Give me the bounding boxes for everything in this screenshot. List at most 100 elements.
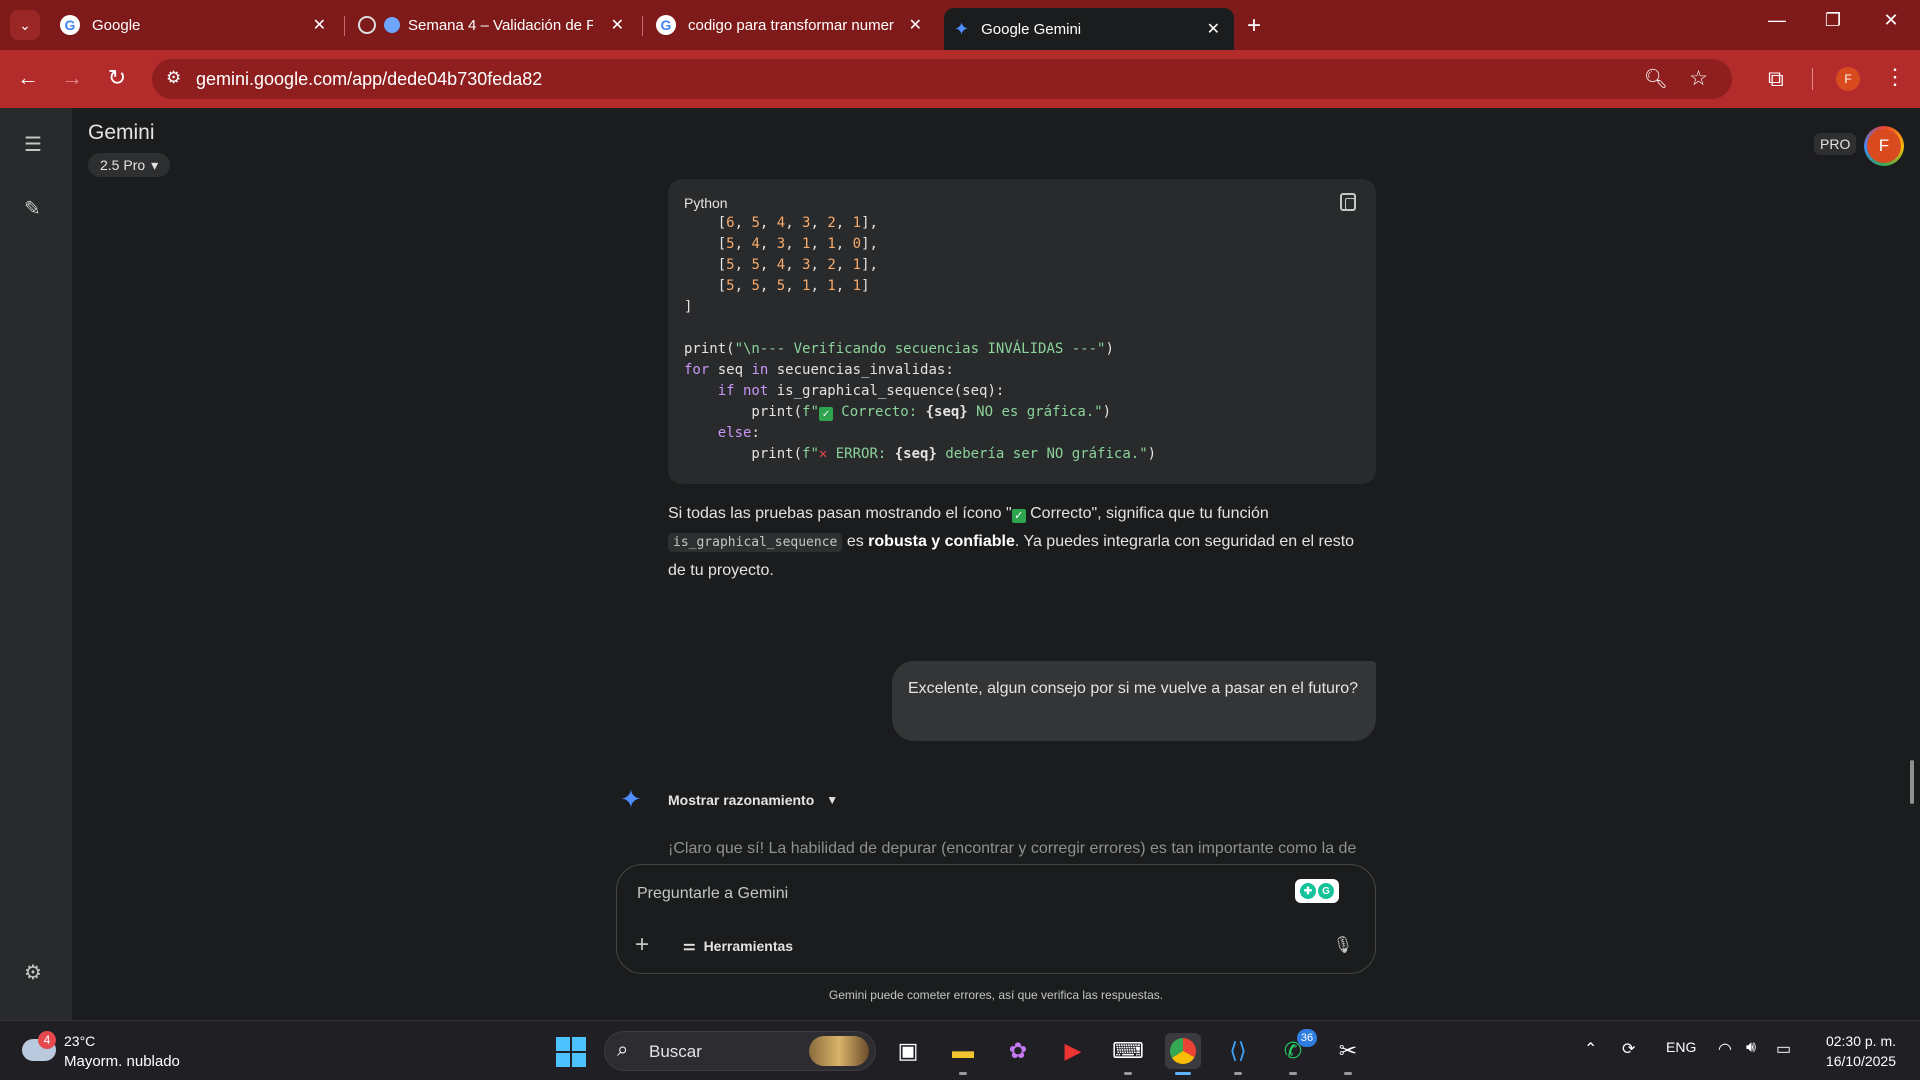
tab-label: Google bbox=[92, 16, 141, 34]
model-response-text: Si todas las pruebas pasan mostrando el … bbox=[668, 500, 1358, 585]
browser-menu-icon[interactable]: ⋮ bbox=[1884, 64, 1906, 90]
youtube-music-icon[interactable]: ▶ bbox=[1055, 1033, 1091, 1069]
weather-condition: Mayorm. nublado bbox=[64, 1053, 180, 1070]
app-title: Gemini bbox=[88, 121, 155, 144]
site-info-icon[interactable]: ⚙ bbox=[166, 68, 181, 88]
tools-icon: ⚌ bbox=[683, 937, 696, 953]
sync-icon[interactable]: ⟳ bbox=[1622, 1039, 1635, 1059]
zoom-icon[interactable]: 🔍︎ bbox=[1644, 67, 1668, 91]
disclaimer-text: Gemini puede cometer errores, así que ve… bbox=[828, 988, 1164, 1002]
clock[interactable]: 02:30 p. m. 16/10/2025 bbox=[1812, 1031, 1896, 1071]
running-indicator bbox=[959, 1072, 967, 1075]
back-button[interactable]: ← bbox=[14, 65, 42, 91]
new-tab-button[interactable]: + bbox=[1247, 12, 1261, 40]
chrome-icon[interactable] bbox=[1165, 1033, 1201, 1075]
copy-code-icon[interactable] bbox=[1340, 193, 1356, 211]
chevron-up-icon[interactable]: ⌃ bbox=[1584, 1039, 1597, 1059]
close-icon[interactable]: ✕ bbox=[909, 15, 922, 35]
running-indicator bbox=[1175, 1072, 1191, 1075]
user-message-bubble: Excelente, algun consejo por si me vuelv… bbox=[892, 661, 1376, 741]
clock-date: 16/10/2025 bbox=[1825, 1053, 1896, 1069]
close-icon[interactable]: ✕ bbox=[611, 15, 624, 35]
bookmark-star-icon[interactable]: ☆ bbox=[1689, 66, 1708, 91]
answer-text: ", significa que tu función bbox=[1091, 505, 1269, 522]
browser-tab-bar: ⌄ G Google ✕ Semana 4 – Validación de Pr… bbox=[0, 0, 1920, 50]
site-icon bbox=[384, 17, 400, 33]
new-chat-icon[interactable]: ✎ bbox=[24, 196, 41, 221]
search-icon: ⌕ bbox=[617, 1039, 629, 1061]
code-block: Python [6, 5, 4, 3, 2, 1], [5, 4, 3, 1, … bbox=[668, 179, 1376, 484]
add-file-button[interactable]: + bbox=[635, 931, 649, 959]
grammarly-icon[interactable]: ✚ G bbox=[1295, 879, 1339, 903]
google-icon: G bbox=[60, 15, 80, 35]
inline-code: is_graphical_sequence bbox=[668, 533, 843, 552]
globe-icon bbox=[358, 16, 376, 34]
tab-search-button[interactable]: ⌄ bbox=[10, 10, 40, 40]
close-window-button[interactable]: ✕ bbox=[1876, 10, 1906, 31]
vscode-icon[interactable]: ⟨⟩ bbox=[1220, 1033, 1256, 1075]
reasoning-label: Mostrar razonamiento bbox=[668, 791, 815, 808]
forward-button[interactable]: → bbox=[58, 65, 86, 91]
file-explorer-icon[interactable]: ▬ bbox=[945, 1033, 981, 1075]
search-label: Buscar bbox=[649, 1042, 702, 1061]
task-view-icon[interactable]: ▣ bbox=[890, 1033, 926, 1069]
reload-button[interactable]: ↻ bbox=[103, 65, 131, 91]
microphone-icon[interactable]: 🎙︎ bbox=[1333, 935, 1353, 955]
model-label: 2.5 Pro bbox=[100, 157, 146, 173]
model-selector[interactable]: 2.5 Pro ▾ bbox=[88, 153, 171, 177]
restore-button[interactable]: ❐ bbox=[1818, 10, 1848, 31]
wifi-icon[interactable]: ◠ bbox=[1718, 1039, 1732, 1059]
caret-down-icon: ▾ bbox=[151, 156, 159, 173]
answer-text: es bbox=[842, 533, 869, 550]
minimize-button[interactable]: — bbox=[1762, 10, 1792, 31]
tab-codigo[interactable]: G codigo para transformar numer ✕ bbox=[646, 8, 936, 42]
toolbar-divider bbox=[1812, 68, 1813, 90]
plan-badge: PRO bbox=[1814, 133, 1857, 155]
settings-icon[interactable]: ⚙ bbox=[24, 960, 42, 985]
show-reasoning-toggle[interactable]: ✦ Mostrar razonamiento ▼ bbox=[620, 784, 838, 815]
address-bar[interactable]: ⚙ gemini.google.com/app/dede04b730feda82… bbox=[152, 59, 1732, 99]
extensions-icon[interactable]: ⧉ bbox=[1768, 66, 1784, 92]
account-avatar[interactable]: F bbox=[1864, 126, 1904, 166]
whatsapp-badge: 36 bbox=[1297, 1029, 1317, 1047]
browser-profile-avatar[interactable]: F bbox=[1836, 67, 1860, 91]
scrollbar[interactable] bbox=[1910, 760, 1914, 804]
prompt-box[interactable]: Preguntarle a Gemini ✚ G + ⚌ Herramientas… bbox=[616, 864, 1376, 974]
terminal-icon[interactable]: ⌨ bbox=[1110, 1033, 1146, 1075]
prompt-input[interactable]: Preguntarle a Gemini bbox=[637, 885, 788, 903]
running-indicator bbox=[1289, 1072, 1297, 1075]
tab-label: codigo para transformar numer bbox=[688, 16, 894, 34]
battery-icon[interactable]: ▭ bbox=[1776, 1039, 1791, 1059]
menu-icon[interactable]: ☰ bbox=[24, 132, 42, 157]
answer-bold: robusta y confiable bbox=[868, 533, 1015, 550]
running-indicator bbox=[1234, 1072, 1242, 1075]
language-indicator[interactable]: ENG bbox=[1666, 1039, 1696, 1055]
avatar-initial: F bbox=[1867, 129, 1901, 163]
url-text: gemini.google.com/app/dede04b730feda82 bbox=[196, 69, 543, 89]
whatsapp-icon[interactable]: ✆ 36 bbox=[1275, 1029, 1317, 1075]
tab-google[interactable]: G Google ✕ bbox=[50, 8, 340, 42]
search-highlight-image bbox=[809, 1036, 869, 1066]
gemini-sparkle-icon: ✦ bbox=[620, 784, 642, 814]
start-button[interactable] bbox=[556, 1037, 586, 1067]
taskbar-search[interactable]: ⌕ Buscar bbox=[604, 1031, 876, 1071]
volume-icon[interactable]: 🔊︎ bbox=[1746, 1039, 1756, 1057]
code-language-label: Python bbox=[684, 195, 728, 211]
running-indicator bbox=[1344, 1072, 1352, 1075]
snipping-tool-icon[interactable]: ✂ bbox=[1330, 1033, 1366, 1075]
answer-check-label: Correcto bbox=[1030, 505, 1092, 522]
tab-divider bbox=[642, 16, 643, 36]
close-icon[interactable]: ✕ bbox=[1207, 19, 1220, 39]
chevron-down-icon: ▼ bbox=[826, 792, 839, 807]
tools-button[interactable]: ⚌ Herramientas bbox=[683, 937, 793, 954]
copilot-icon[interactable]: ✿ bbox=[1000, 1033, 1036, 1069]
close-icon[interactable]: ✕ bbox=[313, 15, 326, 35]
tab-label: Semana 4 – Validación de Pr bbox=[408, 16, 593, 34]
weather-badge: 4 bbox=[38, 1031, 56, 1049]
answer-text: Si todas las pruebas pasan mostrando el … bbox=[668, 505, 1012, 522]
side-rail: ☰ ✎ ⚙ bbox=[0, 108, 72, 1020]
tab-semana4[interactable]: Semana 4 – Validación de Pr ✕ bbox=[348, 8, 638, 42]
gemini-sparkle-icon: ✦ bbox=[954, 18, 970, 39]
tab-google-gemini[interactable]: ✦ Google Gemini ✕ bbox=[944, 8, 1234, 50]
browser-toolbar: ← → ↻ ⚙ gemini.google.com/app/dede04b730… bbox=[0, 50, 1920, 108]
